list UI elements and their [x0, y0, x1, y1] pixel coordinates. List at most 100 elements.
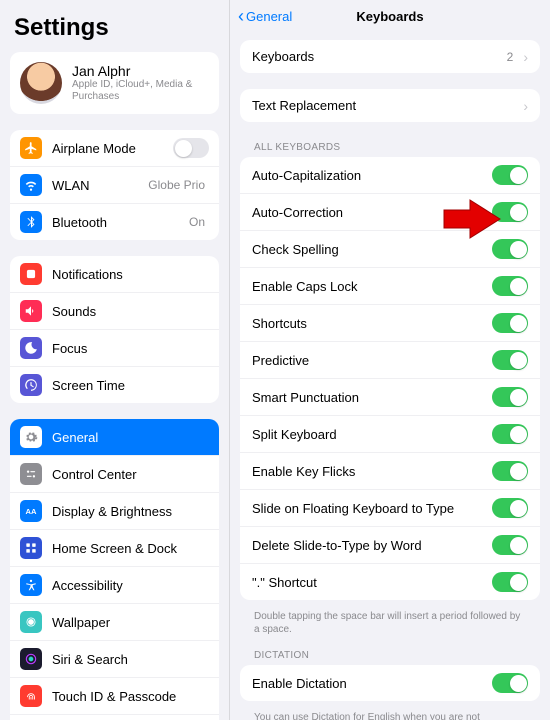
homescreen-icon: [20, 537, 42, 559]
toggle-delete-slide-to-type-by-word[interactable]: Delete Slide-to-Type by Word: [240, 526, 540, 563]
controlcenter-icon: [20, 463, 42, 485]
sounds-icon: [20, 300, 42, 322]
toggle-label: Slide on Floating Keyboard to Type: [252, 501, 492, 516]
sidebar-item-notifications[interactable]: Notifications: [10, 256, 219, 292]
toggle-switch-delete-slide-to-type-by-word[interactable]: [492, 535, 528, 555]
sidebar-item-label: Display & Brightness: [52, 504, 209, 519]
toggle-label: Predictive: [252, 353, 492, 368]
toggle-check-spelling[interactable]: Check Spelling: [240, 230, 540, 267]
accessibility-icon: [20, 574, 42, 596]
toggle-label: Smart Punctuation: [252, 390, 492, 405]
toggle-switch-check-spelling[interactable]: [492, 239, 528, 259]
avatar: [20, 62, 62, 104]
sidebar-item-label: Sounds: [52, 304, 209, 319]
sidebar-item-touchid[interactable]: Touch ID & Passcode: [10, 677, 219, 714]
sidebar-item-focus[interactable]: Focus: [10, 329, 219, 366]
sidebar-item-battery[interactable]: Battery: [10, 714, 219, 720]
toggle-label: Enable Caps Lock: [252, 279, 492, 294]
toggle-switch-enable-key-flicks[interactable]: [492, 461, 528, 481]
settings-title: Settings: [14, 14, 215, 42]
sidebar-item-detail: On: [189, 215, 205, 229]
notifications-icon: [20, 263, 42, 285]
sidebar-item-label: Accessibility: [52, 578, 209, 593]
toggle-auto-correction[interactable]: Auto-Correction: [240, 193, 540, 230]
sidebar-item-display[interactable]: AA Display & Brightness: [10, 492, 219, 529]
sidebar-item-homescreen[interactable]: Home Screen & Dock: [10, 529, 219, 566]
sidebar-item-label: Screen Time: [52, 378, 209, 393]
toggle-switch-enable-caps-lock[interactable]: [492, 276, 528, 296]
chevron-right-icon: ›: [523, 49, 528, 65]
focus-icon: [20, 337, 42, 359]
sidebar-item-label: Home Screen & Dock: [52, 541, 209, 556]
keyboards-count: 2: [507, 50, 514, 64]
toggle-label: Delete Slide-to-Type by Word: [252, 538, 492, 553]
toggle-switch-shortcut[interactable]: [492, 572, 528, 592]
sidebar-item-screentime[interactable]: Screen Time: [10, 366, 219, 403]
toggle-shortcut[interactable]: "." Shortcut: [240, 563, 540, 600]
profile-sub: Apple ID, iCloud+, Media & Purchases: [72, 79, 209, 103]
sidebar-item-label: Touch ID & Passcode: [52, 689, 209, 704]
toggle-label: Split Keyboard: [252, 427, 492, 442]
toggle-enable-caps-lock[interactable]: Enable Caps Lock: [240, 267, 540, 304]
sidebar-item-general[interactable]: General: [10, 419, 219, 455]
sidebar-item-accessibility[interactable]: Accessibility: [10, 566, 219, 603]
toggle-switch-smart-punctuation[interactable]: [492, 387, 528, 407]
back-label: General: [246, 9, 292, 24]
toggle-switch-split-keyboard[interactable]: [492, 424, 528, 444]
dictation-note: You can use Dictation for English when y…: [240, 707, 540, 720]
sidebar-item-label: Notifications: [52, 267, 209, 282]
sidebar-item-label: General: [52, 430, 209, 445]
chevron-left-icon: ‹: [238, 7, 244, 25]
enable-dictation-label: Enable Dictation: [252, 676, 492, 691]
toggle-predictive[interactable]: Predictive: [240, 341, 540, 378]
sidebar-item-wallpaper[interactable]: Wallpaper: [10, 603, 219, 640]
airplane-switch[interactable]: [173, 138, 209, 158]
sidebar-item-label: Bluetooth: [52, 215, 189, 230]
toggle-label: Auto-Correction: [252, 205, 492, 220]
toggle-label: Check Spelling: [252, 242, 492, 257]
toggle-label: Shortcuts: [252, 316, 492, 331]
toggle-label: Auto-Capitalization: [252, 168, 492, 183]
sidebar-item-bluetooth[interactable]: BluetoothOn: [10, 203, 219, 240]
detail-pane: ‹ General Keyboards Keyboards 2 › Text R…: [230, 0, 550, 720]
toggle-switch-auto-capitalization[interactable]: [492, 165, 528, 185]
toggle-switch-auto-correction[interactable]: [492, 202, 528, 222]
sidebar-item-label: Wallpaper: [52, 615, 209, 630]
chevron-right-icon: ›: [523, 98, 528, 114]
toggle-auto-capitalization[interactable]: Auto-Capitalization: [240, 157, 540, 193]
toggle-enable-key-flicks[interactable]: Enable Key Flicks: [240, 452, 540, 489]
toggle-shortcuts[interactable]: Shortcuts: [240, 304, 540, 341]
profile-name: Jan Alphr: [72, 63, 209, 79]
sidebar-item-label: WLAN: [52, 178, 148, 193]
toggle-smart-punctuation[interactable]: Smart Punctuation: [240, 378, 540, 415]
display-icon: AA: [20, 500, 42, 522]
bluetooth-icon: [20, 211, 42, 233]
general-icon: [20, 426, 42, 448]
toggle-switch-slide-on-floating-keyboard-to-type[interactable]: [492, 498, 528, 518]
sidebar-item-controlcenter[interactable]: Control Center: [10, 455, 219, 492]
toggle-label: "." Shortcut: [252, 575, 492, 590]
navbar: ‹ General Keyboards: [230, 0, 550, 32]
enable-dictation-row[interactable]: Enable Dictation: [240, 665, 540, 701]
text-replacement-row[interactable]: Text Replacement ›: [240, 89, 540, 122]
sidebar-item-label: Focus: [52, 341, 209, 356]
sidebar-item-label: Control Center: [52, 467, 209, 482]
keyboards-row[interactable]: Keyboards 2 ›: [240, 40, 540, 73]
touchid-icon: [20, 685, 42, 707]
sidebar-item-label: Siri & Search: [52, 652, 209, 667]
sidebar-item-airplane[interactable]: Airplane Mode: [10, 130, 219, 166]
toggle-switch-predictive[interactable]: [492, 350, 528, 370]
siri-icon: [20, 648, 42, 670]
toggle-switch-shortcuts[interactable]: [492, 313, 528, 333]
toggle-slide-on-floating-keyboard-to-type[interactable]: Slide on Floating Keyboard to Type: [240, 489, 540, 526]
profile-card[interactable]: Jan Alphr Apple ID, iCloud+, Media & Pur…: [10, 52, 219, 114]
text-replacement-label: Text Replacement: [252, 98, 517, 113]
svg-text:AA: AA: [26, 507, 37, 516]
toggle-split-keyboard[interactable]: Split Keyboard: [240, 415, 540, 452]
sidebar-item-siri[interactable]: Siri & Search: [10, 640, 219, 677]
sidebar-item-sounds[interactable]: Sounds: [10, 292, 219, 329]
enable-dictation-switch[interactable]: [492, 673, 528, 693]
wlan-icon: [20, 174, 42, 196]
back-button[interactable]: ‹ General: [238, 7, 292, 25]
sidebar-item-wlan[interactable]: WLANGlobe Prio: [10, 166, 219, 203]
